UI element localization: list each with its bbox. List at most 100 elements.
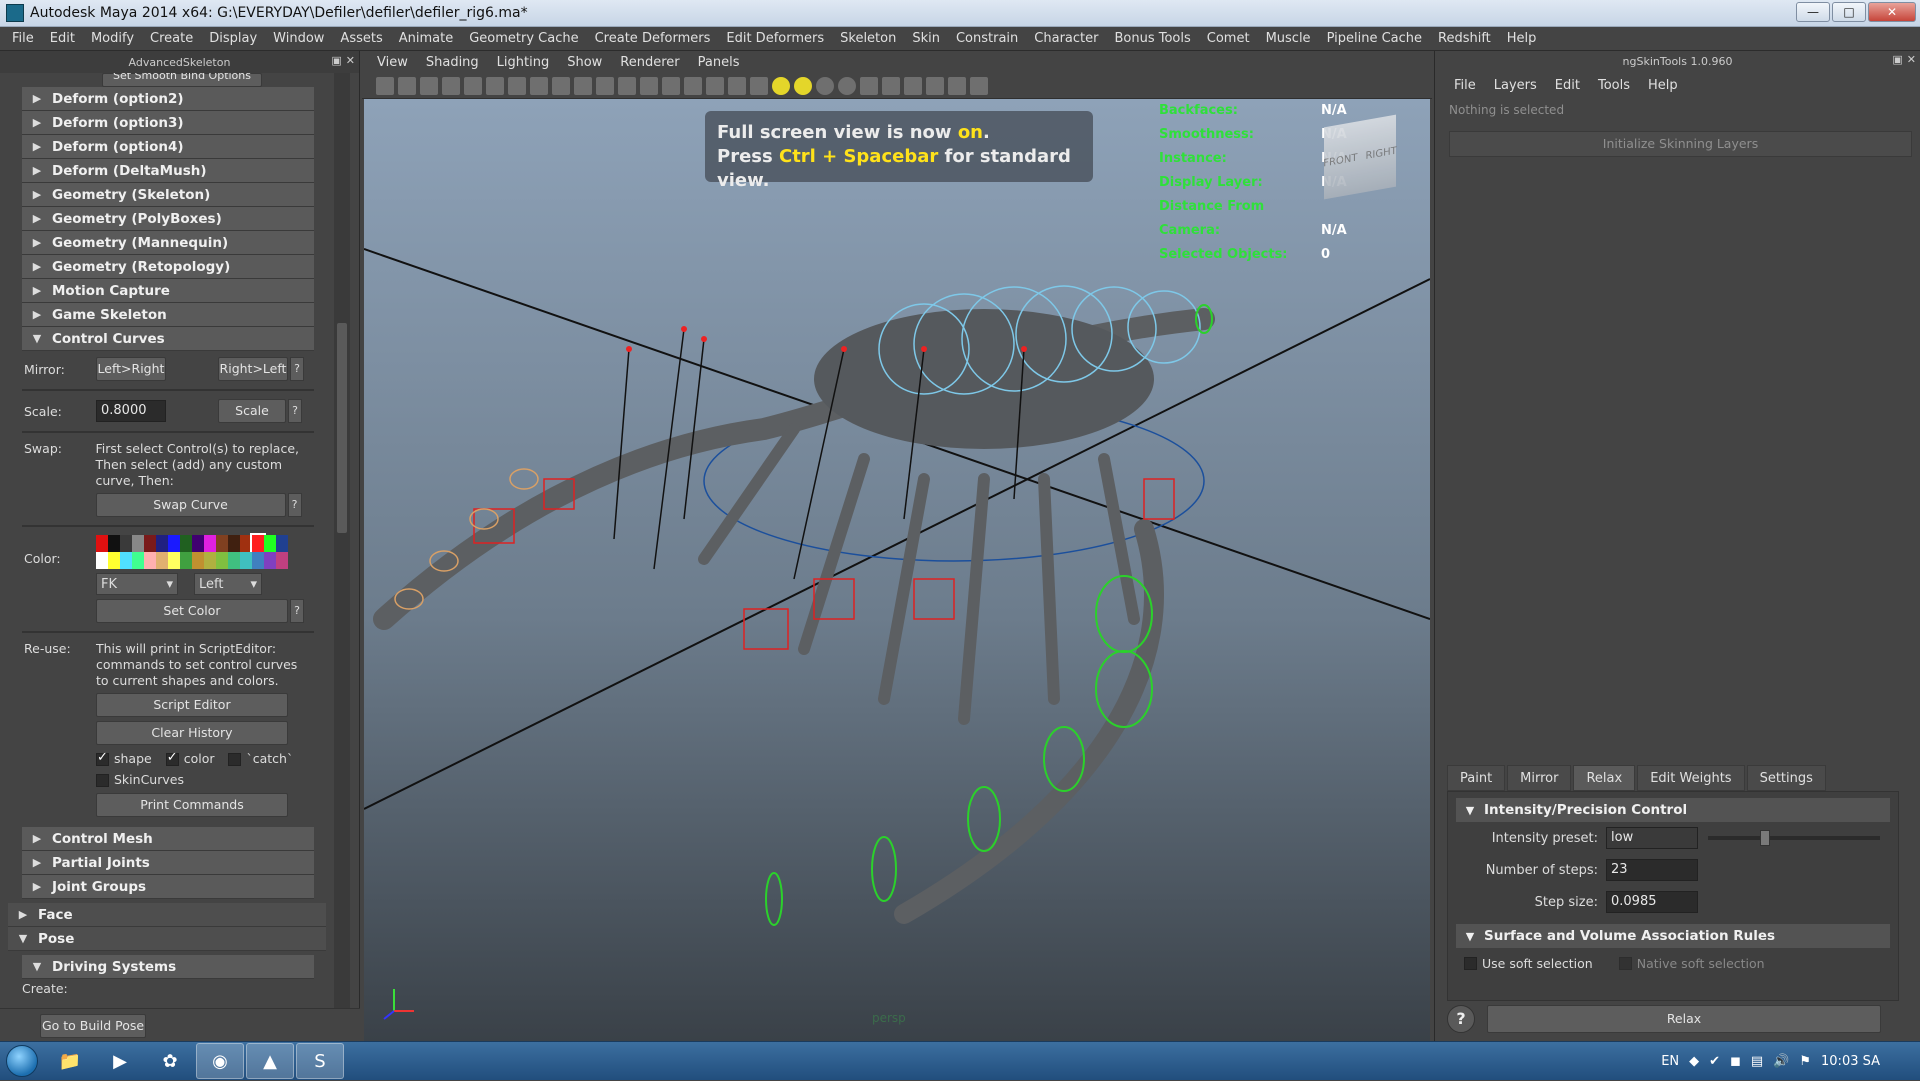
script-editor-button[interactable]: Script Editor <box>96 693 288 717</box>
color-swatch[interactable] <box>204 552 216 569</box>
xray-active-icon[interactable] <box>948 76 966 95</box>
frame-face[interactable]: ▶ Face <box>8 903 326 927</box>
network-icon[interactable]: ▤ <box>1751 1054 1763 1069</box>
tab-mirror[interactable]: Mirror <box>1507 765 1572 791</box>
dof-icon[interactable] <box>860 76 878 95</box>
film-gate-icon[interactable] <box>530 76 548 95</box>
tab-settings[interactable]: Settings <box>1746 765 1826 791</box>
color-swatch[interactable] <box>132 535 144 552</box>
close-icon[interactable]: ✕ <box>346 54 355 67</box>
menu-file[interactable]: File <box>4 31 42 46</box>
ngskin-menu-file[interactable]: File <box>1445 78 1485 93</box>
xray-icon[interactable] <box>904 76 922 95</box>
color-swatch[interactable] <box>216 535 228 552</box>
color-swatch[interactable] <box>228 535 240 552</box>
color-checkbox[interactable] <box>165 750 179 766</box>
frame-intensity-precision[interactable]: ▼ Intensity/Precision Control <box>1456 798 1890 822</box>
color-swatch[interactable] <box>180 552 192 569</box>
tab-paint[interactable]: Paint <box>1447 765 1506 791</box>
menu-edit[interactable]: Edit <box>42 31 83 46</box>
color-swatch[interactable] <box>264 552 276 569</box>
frame-motion-capture[interactable]: ▶ Motion Capture <box>22 279 314 303</box>
wire-on-shaded-icon[interactable] <box>706 76 724 95</box>
menu-assets[interactable]: Assets <box>332 31 390 46</box>
color-swatch[interactable] <box>168 535 180 552</box>
frame-joint-groups[interactable]: ▶ Joint Groups <box>22 875 314 899</box>
maya-taskbar-icon[interactable]: ▲ <box>246 1043 294 1079</box>
ngskin-menu-layers[interactable]: Layers <box>1485 78 1546 93</box>
frame-pose[interactable]: ▼ Pose <box>8 927 326 951</box>
color-swatch[interactable] <box>108 535 120 552</box>
frame-deform-option4-[interactable]: ▶ Deform (option4) <box>22 135 314 159</box>
color-swatch[interactable] <box>156 552 168 569</box>
menu-constrain[interactable]: Constrain <box>948 31 1026 46</box>
tray-app-icon[interactable]: ◆ <box>1689 1054 1699 1069</box>
menu-edit-deformers[interactable]: Edit Deformers <box>718 31 832 46</box>
lock-camera-icon[interactable] <box>398 76 416 95</box>
frame-geometry-mannequin-[interactable]: ▶ Geometry (Mannequin) <box>22 231 314 255</box>
initialize-skinning-layers-button[interactable]: Initialize Skinning Layers <box>1449 131 1912 157</box>
frame-geometry-retopology-[interactable]: ▶ Geometry (Retopology) <box>22 255 314 279</box>
color-palette[interactable] <box>96 533 306 569</box>
shadows-icon[interactable] <box>772 76 790 95</box>
bookmark-icon[interactable] <box>420 76 438 95</box>
float-icon[interactable]: ▣ <box>331 54 341 67</box>
volume-icon[interactable]: 🔊 <box>1773 1054 1789 1069</box>
chrome-taskbar-icon[interactable]: ◉ <box>196 1043 244 1079</box>
color-swatch[interactable] <box>276 535 288 552</box>
color-swatch[interactable] <box>96 535 108 552</box>
menu-window[interactable]: Window <box>265 31 332 46</box>
color-swatch[interactable] <box>192 535 204 552</box>
frame-control-mesh[interactable]: ▶ Control Mesh <box>22 827 314 851</box>
scale-help-button[interactable]: ? <box>288 399 302 423</box>
menu-character[interactable]: Character <box>1026 31 1106 46</box>
safe-action-icon[interactable] <box>618 76 636 95</box>
clock[interactable]: 10:03 SA <box>1821 1054 1880 1069</box>
color-swatch[interactable] <box>156 535 168 552</box>
antialias-icon[interactable] <box>838 76 856 95</box>
resolution-gate-icon[interactable] <box>552 76 570 95</box>
mirror-help-button[interactable]: ? <box>290 357 304 381</box>
menu-animate[interactable]: Animate <box>391 31 461 46</box>
swap-curve-button[interactable]: Swap Curve <box>95 493 286 517</box>
close-icon[interactable]: ✕ <box>1907 53 1916 66</box>
go-to-build-pose-button[interactable]: Go to Build Pose <box>40 1014 146 1038</box>
color-swatch[interactable] <box>228 552 240 569</box>
number-of-steps-field[interactable]: 23 <box>1606 859 1698 881</box>
clear-history-button[interactable]: Clear History <box>96 721 288 745</box>
grease-pencil-icon[interactable] <box>486 76 504 95</box>
color-swatch[interactable] <box>216 552 228 569</box>
color-help-button[interactable]: ? <box>290 599 304 623</box>
3d-viewport[interactable]: Full screen view is now on. Press Ctrl +… <box>364 99 1430 1041</box>
viewport-menu-shading[interactable]: Shading <box>417 55 488 70</box>
set-color-button[interactable]: Set Color <box>96 599 288 623</box>
frame-geometry-polyboxes-[interactable]: ▶ Geometry (PolyBoxes) <box>22 207 314 231</box>
language-indicator[interactable]: EN <box>1661 1054 1679 1069</box>
catch-checkbox[interactable] <box>228 753 242 766</box>
viewport-menu-show[interactable]: Show <box>558 55 611 70</box>
tab-edit-weights[interactable]: Edit Weights <box>1637 765 1745 791</box>
float-icon[interactable]: ▣ <box>1892 53 1902 66</box>
frame-geometry-skeleton-[interactable]: ▶ Geometry (Skeleton) <box>22 183 314 207</box>
color-swatch[interactable] <box>168 552 180 569</box>
menu-create[interactable]: Create <box>142 31 201 46</box>
scale-field[interactable]: 0.8000 <box>96 400 166 422</box>
isolate-select-icon[interactable] <box>882 76 900 95</box>
frame-partial-joints[interactable]: ▶ Partial Joints <box>22 851 314 875</box>
textured-icon[interactable] <box>728 76 746 95</box>
relax-button[interactable]: Relax <box>1487 1005 1881 1033</box>
intensity-slider[interactable] <box>1708 830 1880 846</box>
tray-app-icon[interactable]: ✔ <box>1709 1054 1720 1069</box>
maximize-button[interactable]: □ <box>1832 2 1866 22</box>
menu-comet[interactable]: Comet <box>1199 31 1258 46</box>
menu-redshift[interactable]: Redshift <box>1430 31 1499 46</box>
color-swatch[interactable] <box>192 552 204 569</box>
color-swatch[interactable] <box>240 552 252 569</box>
image-plane-icon[interactable] <box>442 76 460 95</box>
tray-app-icon[interactable]: ◼ <box>1730 1054 1741 1069</box>
xray-joints-icon[interactable] <box>926 76 944 95</box>
color-swatch[interactable] <box>120 535 132 552</box>
color-swatch[interactable] <box>252 552 264 569</box>
color-swatch[interactable] <box>276 552 288 569</box>
menu-pipeline-cache[interactable]: Pipeline Cache <box>1319 31 1430 46</box>
